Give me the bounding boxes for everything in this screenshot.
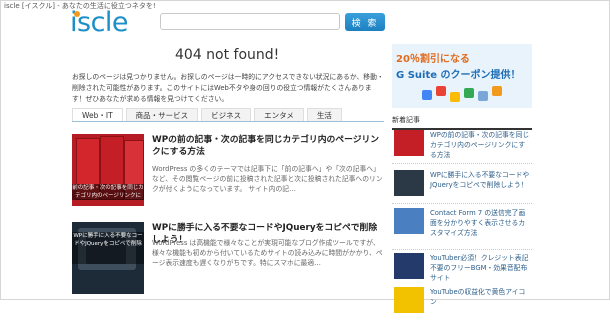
sidebar-recent-item[interactable]: YouTubeの収益化で黄色アイコン [392, 287, 532, 323]
sidebar-item-title[interactable]: YouTubeの収益化で黄色アイコン [430, 287, 530, 307]
banner-discount-text: 20％割引になる [396, 54, 470, 65]
page-title: 404 not found! [175, 47, 280, 63]
divider [392, 249, 532, 250]
youtube-thumb-icon [394, 287, 424, 313]
search-button[interactable]: 検 索 [345, 13, 385, 31]
divider [392, 203, 532, 204]
article-title[interactable]: WPの前の記事・次の記事を同じカテゴリ内のページリンクにする方法 [152, 134, 384, 158]
site-logo[interactable]: iscle [70, 7, 132, 41]
article-thumbnail[interactable]: 前の記事・次の記事を同じカテゴリ内のページリンクに [72, 134, 144, 206]
keyboard-thumb-icon [394, 170, 424, 196]
sidebar-item-title[interactable]: Contact Form 7 の送信完了画面を分かりやすく表示させるカスタマイズ… [430, 208, 530, 238]
tab-products-services[interactable]: 商品・サービス [125, 108, 199, 121]
article-card[interactable]: 前の記事・次の記事を同じカテゴリ内のページリンクに WPの前の記事・次の記事を同… [72, 134, 384, 210]
form-thumb-icon [394, 208, 424, 234]
article-thumbnail[interactable]: WPに勝手に入る不要なコードやJQueryをコピペで削除 [72, 222, 144, 294]
banner-illustration-icon [422, 86, 512, 104]
sidebar-heading-recent: 新着記事 [392, 115, 532, 130]
tab-entertainment[interactable]: エンタメ [254, 108, 304, 121]
thumbnail-caption: 前の記事・次の記事を同じカテゴリ内のページリンクに [72, 184, 144, 200]
concert-thumb-icon [394, 253, 424, 279]
article-excerpt: WordPress の多くのテーマでは記事下に「前の記事へ」や「次の記事へ」など… [152, 165, 383, 193]
gsuite-coupon-banner[interactable]: 20％割引になる G Suite のクーポン提供！ [392, 44, 532, 108]
banner-coupon-text: G Suite のクーポン提供！ [396, 70, 521, 81]
search-input[interactable] [160, 13, 340, 30]
sidebar-recent-item[interactable]: WPに勝手に入る不要なコードやJQueryをコピペで削除しよう！ [392, 170, 532, 206]
sidebar-recent-item[interactable]: WPの前の記事・次の記事を同じカテゴリ内のページリンクにする方法 [392, 130, 532, 166]
binder-thumb-icon [394, 130, 424, 156]
article-card[interactable]: WPに勝手に入る不要なコードやJQueryをコピペで削除 WPに勝手に入る不要な… [72, 222, 384, 298]
sidebar-item-title[interactable]: YouTuber必須！クレジット表記不要のフリーBGM・効果音配布サイト [430, 253, 530, 283]
sidebar-item-title[interactable]: WPに勝手に入る不要なコードやJQueryをコピペで削除しよう！ [430, 170, 530, 190]
sidebar-item-title[interactable]: WPの前の記事・次の記事を同じカテゴリ内のページリンクにする方法 [430, 130, 530, 160]
divider [392, 163, 532, 164]
thumbnail-caption: WPに勝手に入る不要なコードやJQueryをコピペで削除 [72, 232, 144, 264]
article-excerpt: WordPress は高機能で様々なことが実現可能なブログ作成ツールですが、様々… [152, 239, 383, 267]
not-found-message: お探しのページは見つかりません。お探しのページは一時的にアクセスできない状況にあ… [72, 73, 384, 103]
tab-lifestyle[interactable]: 生活 [306, 108, 342, 121]
tab-business[interactable]: ビジネス [201, 108, 252, 121]
sidebar-recent-item[interactable]: YouTuber必須！クレジット表記不要のフリーBGM・効果音配布サイト [392, 253, 532, 289]
sidebar-recent-item[interactable]: Contact Form 7 の送信完了画面を分かりやすく表示させるカスタマイズ… [392, 208, 532, 244]
logo-dot-icon [74, 11, 80, 17]
category-tabs: Web・IT 商品・サービス ビジネス エンタメ 生活 [72, 108, 384, 122]
tab-web-it[interactable]: Web・IT [72, 108, 123, 121]
